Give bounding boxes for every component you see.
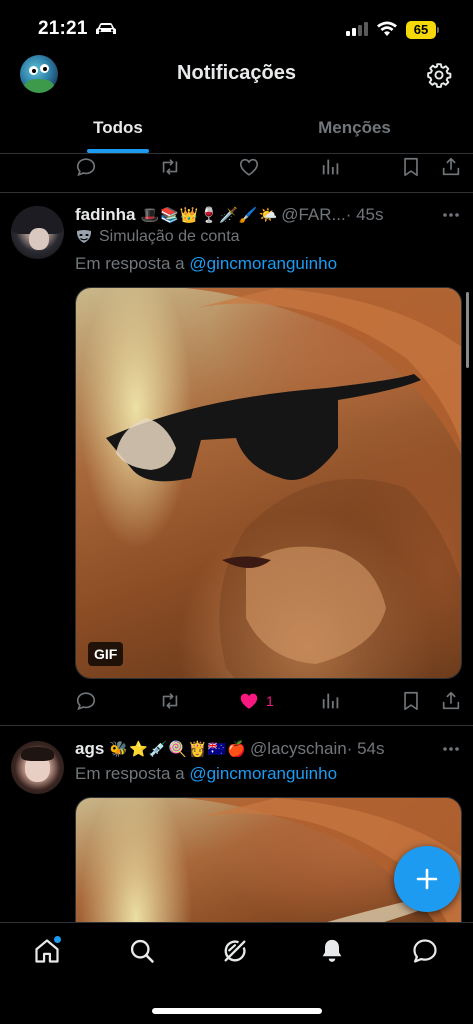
battery-indicator: 65 — [406, 21, 436, 39]
user-handle[interactable]: @FAR... — [281, 205, 346, 225]
user-name-emojis: 🎩📚👑🍷🗡️🖌️🌤️ — [140, 207, 279, 224]
nav-search[interactable] — [128, 937, 156, 965]
more-options-icon[interactable] — [442, 746, 460, 752]
user-avatar[interactable] — [11, 206, 64, 259]
reply-icon[interactable] — [75, 156, 97, 178]
user-handle[interactable]: @lacyschain — [250, 739, 347, 759]
divider — [0, 725, 473, 726]
home-indicator — [152, 1008, 322, 1014]
views-icon[interactable] — [320, 156, 342, 178]
nav-messages[interactable] — [411, 937, 439, 965]
views-icon[interactable] — [320, 690, 342, 712]
grok-icon — [221, 937, 249, 965]
tab-mencoes[interactable]: Menções — [236, 118, 473, 138]
notifications-bell-icon — [318, 937, 346, 965]
retweet-icon[interactable] — [158, 690, 182, 712]
share-icon[interactable] — [440, 690, 462, 712]
reply-prefix: Em resposta a — [75, 254, 185, 273]
tab-todos[interactable]: Todos — [0, 118, 236, 138]
tweet-gif-media[interactable]: GIF — [75, 287, 462, 679]
simulation-label: Simulação de conta — [99, 228, 240, 245]
driving-focus-icon — [95, 22, 117, 36]
cellular-signal-icon — [346, 22, 368, 36]
user-name[interactable]: ags — [75, 739, 104, 759]
battery-tip — [437, 27, 439, 33]
search-icon — [128, 937, 156, 965]
reply-context: Em resposta a @gincmoranguinho — [75, 764, 337, 784]
like-button[interactable]: 1 — [238, 690, 274, 712]
reply-icon[interactable] — [75, 690, 97, 712]
reply-context: Em resposta a @gincmoranguinho — [75, 254, 337, 274]
plus-icon — [415, 867, 439, 891]
notification-tabs: Todos Menções — [0, 104, 473, 154]
reply-mention-link[interactable]: @gincmoranguinho — [189, 764, 337, 783]
tweet-actions-previous — [0, 152, 473, 182]
user-name[interactable]: fadinha — [75, 205, 135, 225]
header: Notificações — [0, 50, 473, 100]
status-bar: 21:21 65 — [0, 0, 473, 50]
tweet-header: ags 🐝⭐💉🍭👸🇦🇺🍎 @lacyschain · 54s — [75, 737, 384, 761]
tweet-time: · 45s — [345, 205, 384, 224]
reply-prefix: Em resposta a — [75, 764, 185, 783]
user-name-emojis: 🐝⭐💉🍭👸🇦🇺🍎 — [109, 741, 248, 758]
divider — [0, 192, 473, 193]
bookmark-icon[interactable] — [400, 156, 422, 178]
scrollbar[interactable] — [466, 292, 469, 368]
tweet-header: fadinha 🎩📚👑🍷🗡️🖌️🌤️ @FAR... · 45s — [75, 203, 384, 227]
nav-notifications[interactable] — [318, 937, 346, 965]
bottom-navigation — [0, 922, 473, 1024]
more-options-icon[interactable] — [442, 212, 460, 218]
compose-button[interactable] — [394, 846, 460, 912]
tweet-time: · 54s — [346, 739, 385, 758]
home-unread-dot — [54, 936, 61, 943]
liked-heart-icon — [238, 690, 260, 712]
tweet-actions: 1 — [0, 686, 473, 716]
reply-mention-link[interactable]: @gincmoranguinho — [189, 254, 337, 273]
nav-grok[interactable] — [221, 937, 249, 965]
status-time: 21:21 — [38, 18, 88, 39]
like-icon[interactable] — [238, 156, 260, 178]
gif-badge: GIF — [88, 642, 124, 666]
messages-icon — [411, 937, 439, 965]
bookmark-icon[interactable] — [400, 690, 422, 712]
retweet-icon[interactable] — [158, 156, 182, 178]
simulation-label-row: Simulação de conta — [75, 228, 240, 246]
settings-gear-icon[interactable] — [426, 62, 452, 88]
like-count: 1 — [266, 693, 274, 709]
theater-mask-icon — [75, 229, 93, 245]
wifi-icon — [376, 21, 398, 37]
gif-illustration — [106, 288, 461, 678]
avatar-hair — [21, 747, 54, 761]
user-avatar[interactable] — [11, 741, 64, 794]
page-title: Notificações — [177, 62, 296, 84]
share-icon[interactable] — [440, 156, 462, 178]
avatar-face — [29, 228, 49, 250]
